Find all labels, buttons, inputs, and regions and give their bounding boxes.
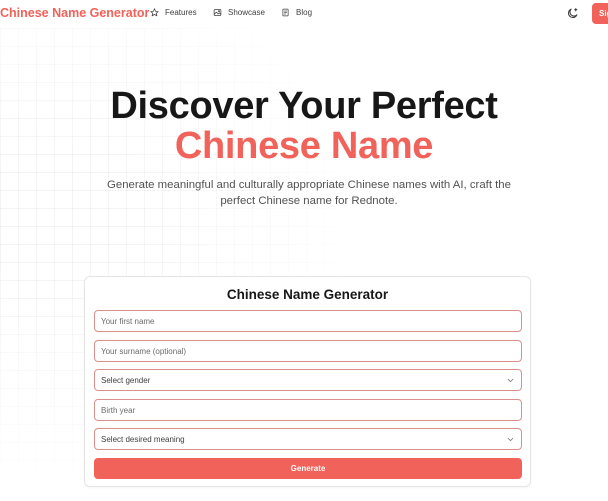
birth-year-input[interactable]	[94, 399, 522, 421]
nav-features[interactable]: Features	[150, 8, 197, 17]
gender-select[interactable]: Select gender	[94, 369, 522, 391]
nav-blog[interactable]: Blog	[281, 8, 312, 17]
hero-section: Discover Your Perfect Chinese Name	[0, 86, 608, 166]
top-navbar: Chinese Name Generator Features Showcase…	[0, 0, 608, 27]
surname-input[interactable]	[94, 340, 522, 362]
meaning-select[interactable]: Select desired meaning	[94, 428, 522, 450]
hero-title-line2: Chinese Name	[174, 125, 434, 167]
chevron-down-icon	[507, 378, 514, 382]
moon-sparkle-icon[interactable]	[566, 7, 579, 20]
signin-button[interactable]: Sign In	[592, 3, 608, 24]
nav-showcase[interactable]: Showcase	[213, 8, 265, 17]
hero-title-line1: Discover Your Perfect	[110, 85, 498, 127]
generate-button[interactable]: Generate	[94, 458, 522, 479]
nav-blog-label: Blog	[296, 8, 313, 17]
nav-showcase-label: Showcase	[228, 8, 265, 17]
chevron-down-icon	[507, 437, 514, 441]
form-title: Chinese Name Generator	[226, 287, 389, 302]
gender-select-value: Select gender	[101, 375, 151, 385]
document-icon	[282, 8, 289, 17]
image-icon	[213, 9, 222, 16]
generator-form-card: Chinese Name Generator Select gender Sel…	[84, 276, 531, 487]
brand-logo-text[interactable]: Chinese Name Generator	[0, 6, 149, 20]
hero-subtitle: Generate meaningful and culturally appro…	[107, 179, 511, 207]
star-icon	[150, 8, 159, 17]
meaning-select-value: Select desired meaning	[101, 434, 185, 444]
nav-features-label: Features	[165, 8, 197, 17]
first-name-input[interactable]	[94, 310, 522, 332]
